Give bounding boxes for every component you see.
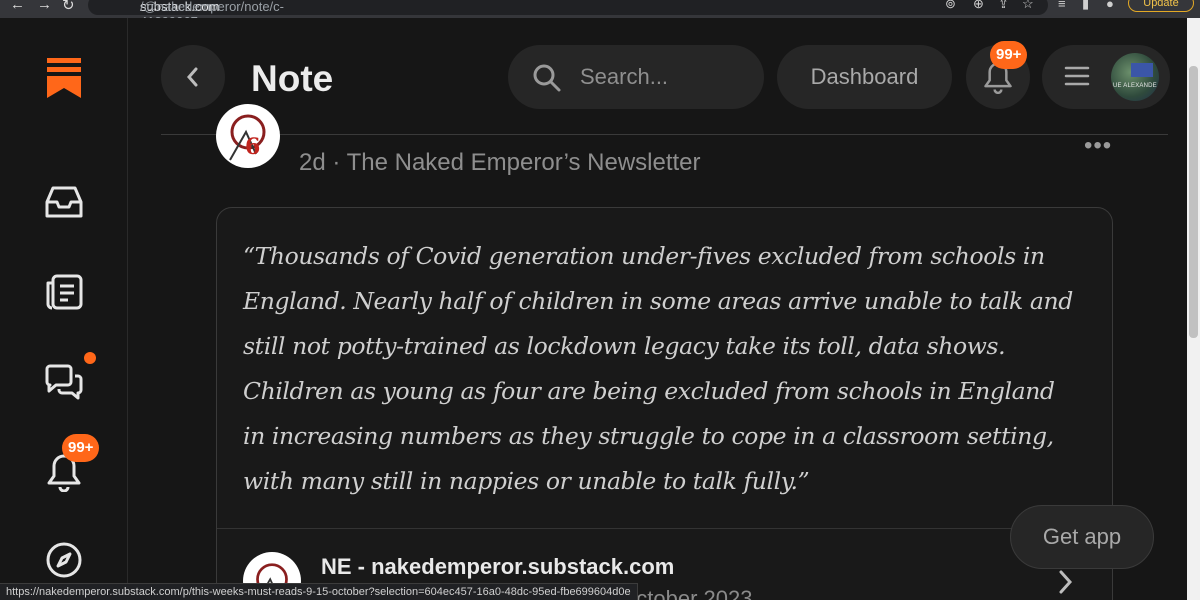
nav-inbox[interactable] — [40, 178, 88, 226]
notifications-button[interactable]: 99+ — [966, 41, 1030, 109]
substack-logo-icon — [47, 58, 81, 98]
address-bar[interactable]: substack.com/@nakedemperor/note/c-418990… — [88, 0, 1048, 18]
header-divider — [161, 134, 1168, 135]
user-avatar[interactable]: UE ALEXANDE — [1111, 53, 1159, 101]
back-button[interactable] — [161, 45, 225, 109]
naked-emperor-logo-icon: 6 — [229, 114, 266, 161]
page-title: Note — [251, 58, 334, 99]
notifications-badge: 99+ — [62, 434, 100, 462]
page-scrollbar[interactable] — [1187, 18, 1200, 600]
avatar-sign — [1131, 63, 1153, 77]
search-box[interactable] — [508, 45, 764, 109]
card-separator — [217, 528, 1112, 529]
notes-icon — [46, 274, 83, 310]
scrollbar-thumb[interactable] — [1189, 66, 1198, 338]
bookmark-star-icon[interactable]: ☆ — [1022, 0, 1034, 12]
nav-notifications[interactable]: 99+ — [40, 434, 100, 496]
search-icon — [533, 64, 561, 92]
chat-unread-dot — [84, 352, 96, 364]
update-button[interactable]: Update — [1128, 0, 1194, 12]
hamburger-menu-icon — [1064, 66, 1090, 86]
note-meta: 2d · The Naked Emperor’s Newsletter — [299, 149, 701, 176]
chevron-right-icon[interactable] — [1055, 568, 1075, 596]
get-app-button[interactable]: Get app — [1010, 505, 1154, 569]
dashboard-button[interactable]: Dashboard — [777, 45, 952, 109]
chevron-left-icon — [187, 67, 198, 87]
url-path: /@nakedemperor/note/c-41899067 — [140, 0, 284, 18]
chat-icon — [45, 364, 83, 400]
account-menu-button[interactable]: UE ALEXANDE — [1042, 45, 1170, 109]
zoom-icon[interactable]: ⊕ — [973, 0, 984, 12]
more-options-icon[interactable]: ••• — [1084, 132, 1112, 160]
share-icon[interactable]: ⇪ — [998, 0, 1009, 12]
browser-toolbar: ← → ↻ substack.com/@nakedemperor/note/c-… — [0, 0, 1200, 18]
media-icon[interactable]: ≡ — [1058, 0, 1066, 11]
note-quote-text: “Thousands of Covid generation under-fiv… — [243, 242, 1073, 495]
substack-logo[interactable] — [40, 54, 88, 102]
embed-title[interactable]: NE - nakedemperor.substack.com — [321, 554, 674, 580]
browser-back-icon[interactable]: ← — [10, 0, 25, 13]
nav-rail: 99+ — [0, 18, 128, 600]
search-input[interactable] — [580, 63, 750, 91]
compass-icon — [46, 542, 82, 578]
header-notifications-badge: 99+ — [990, 41, 1028, 69]
sidebar-icon[interactable]: ▮ — [1082, 0, 1089, 12]
inbox-icon — [45, 186, 83, 218]
browser-forward-icon[interactable]: → — [37, 0, 52, 13]
nav-explore[interactable] — [40, 536, 88, 584]
avatar-caption: UE ALEXANDE — [1113, 83, 1157, 89]
nav-chat[interactable] — [40, 352, 96, 406]
extension-icon[interactable]: ⊚ — [945, 0, 956, 12]
profile-icon[interactable]: ● — [1106, 0, 1114, 11]
browser-reload-icon[interactable]: ↻ — [62, 0, 75, 14]
svg-text:6: 6 — [245, 134, 260, 160]
nav-notes[interactable] — [40, 268, 88, 316]
author-avatar[interactable]: 6 — [216, 104, 280, 168]
note-quote-card: “Thousands of Covid generation under-fiv… — [216, 207, 1113, 600]
status-bar-url: https://nakedemperor.substack.com/p/this… — [0, 583, 638, 600]
top-header: Note Dashboard 99+ UE ALEXANDE — [128, 18, 1200, 136]
